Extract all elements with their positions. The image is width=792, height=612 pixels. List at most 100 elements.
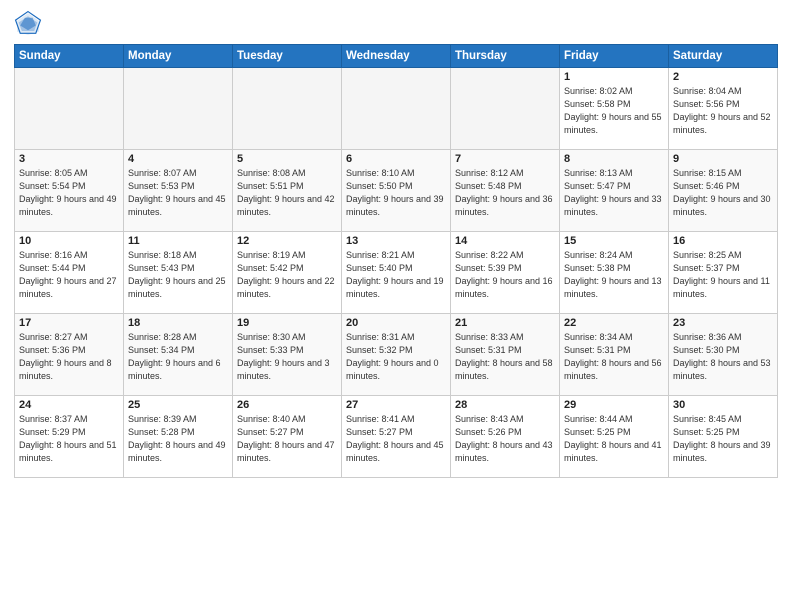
calendar-week-5: 24 Sunrise: 8:37 AM Sunset: 5:29 PM Dayli… <box>15 396 778 478</box>
calendar-cell <box>451 68 560 150</box>
day-header-tuesday: Tuesday <box>233 45 342 68</box>
day-info: Sunrise: 8:37 AM Sunset: 5:29 PM Dayligh… <box>19 413 119 465</box>
calendar-week-4: 17 Sunrise: 8:27 AM Sunset: 5:36 PM Dayli… <box>15 314 778 396</box>
calendar-cell: 19 Sunrise: 8:30 AM Sunset: 5:33 PM Dayli… <box>233 314 342 396</box>
calendar-cell: 4Sunrise: 8:07 AM Sunset: 5:53 PM Daylig… <box>124 150 233 232</box>
day-info: Sunrise: 8:41 AM Sunset: 5:27 PM Dayligh… <box>346 413 446 465</box>
day-number: 22 <box>564 317 664 329</box>
day-number: 9 <box>673 153 773 165</box>
calendar-cell: 16Sunrise: 8:25 AM Sunset: 5:37 PM Dayli… <box>669 232 778 314</box>
day-info: Sunrise: 8:07 AM Sunset: 5:53 PM Dayligh… <box>128 167 228 219</box>
logo-icon <box>14 10 42 38</box>
day-number: 19 <box>237 317 337 329</box>
day-number: 15 <box>564 235 664 247</box>
day-info: Sunrise: 8:27 AM Sunset: 5:36 PM Dayligh… <box>19 331 119 383</box>
calendar-cell <box>124 68 233 150</box>
calendar-cell: 29 Sunrise: 8:44 AM Sunset: 5:25 PM Dayli… <box>560 396 669 478</box>
day-info: Sunrise: 8:04 AM Sunset: 5:56 PM Dayligh… <box>673 85 773 137</box>
calendar-cell: 7 Sunrise: 8:12 AM Sunset: 5:48 PM Daylig… <box>451 150 560 232</box>
day-info: Sunrise: 8:19 AM Sunset: 5:42 PM Dayligh… <box>237 249 337 301</box>
calendar-cell: 22 Sunrise: 8:34 AM Sunset: 5:31 PM Dayli… <box>560 314 669 396</box>
day-number: 24 <box>19 399 119 411</box>
day-info: Sunrise: 8:12 AM Sunset: 5:48 PM Dayligh… <box>455 167 555 219</box>
day-info: Sunrise: 8:05 AM Sunset: 5:54 PM Dayligh… <box>19 167 119 219</box>
day-info: Sunrise: 8:21 AM Sunset: 5:40 PM Dayligh… <box>346 249 446 301</box>
day-info: Sunrise: 8:34 AM Sunset: 5:31 PM Dayligh… <box>564 331 664 383</box>
logo <box>14 10 46 38</box>
day-info: Sunrise: 8:13 AM Sunset: 5:47 PM Dayligh… <box>564 167 664 219</box>
day-info: Sunrise: 8:08 AM Sunset: 5:51 PM Dayligh… <box>237 167 337 219</box>
calendar-cell: 25 Sunrise: 8:39 AM Sunset: 5:28 PM Dayli… <box>124 396 233 478</box>
calendar-cell: 8 Sunrise: 8:13 AM Sunset: 5:47 PM Daylig… <box>560 150 669 232</box>
day-header-thursday: Thursday <box>451 45 560 68</box>
day-number: 12 <box>237 235 337 247</box>
day-info: Sunrise: 8:22 AM Sunset: 5:39 PM Dayligh… <box>455 249 555 301</box>
calendar-cell: 9 Sunrise: 8:15 AM Sunset: 5:46 PM Daylig… <box>669 150 778 232</box>
day-info: Sunrise: 8:31 AM Sunset: 5:32 PM Dayligh… <box>346 331 446 383</box>
calendar-cell: 20 Sunrise: 8:31 AM Sunset: 5:32 PM Dayli… <box>342 314 451 396</box>
calendar-cell: 27 Sunrise: 8:41 AM Sunset: 5:27 PM Dayli… <box>342 396 451 478</box>
calendar-cell: 6Sunrise: 8:10 AM Sunset: 5:50 PM Daylig… <box>342 150 451 232</box>
calendar-cell: 23Sunrise: 8:36 AM Sunset: 5:30 PM Dayli… <box>669 314 778 396</box>
day-info: Sunrise: 8:33 AM Sunset: 5:31 PM Dayligh… <box>455 331 555 383</box>
day-info: Sunrise: 8:16 AM Sunset: 5:44 PM Dayligh… <box>19 249 119 301</box>
calendar-cell: 21 Sunrise: 8:33 AM Sunset: 5:31 PM Dayli… <box>451 314 560 396</box>
day-info: Sunrise: 8:25 AM Sunset: 5:37 PM Dayligh… <box>673 249 773 301</box>
day-number: 7 <box>455 153 555 165</box>
calendar-cell: 1Sunrise: 8:02 AM Sunset: 5:58 PM Daylig… <box>560 68 669 150</box>
day-number: 10 <box>19 235 119 247</box>
calendar-week-1: 1Sunrise: 8:02 AM Sunset: 5:58 PM Daylig… <box>15 68 778 150</box>
day-info: Sunrise: 8:28 AM Sunset: 5:34 PM Dayligh… <box>128 331 228 383</box>
day-info: Sunrise: 8:24 AM Sunset: 5:38 PM Dayligh… <box>564 249 664 301</box>
day-header-monday: Monday <box>124 45 233 68</box>
day-number: 20 <box>346 317 446 329</box>
day-number: 28 <box>455 399 555 411</box>
day-header-friday: Friday <box>560 45 669 68</box>
calendar-week-3: 10 Sunrise: 8:16 AM Sunset: 5:44 PM Dayli… <box>15 232 778 314</box>
day-info: Sunrise: 8:18 AM Sunset: 5:43 PM Dayligh… <box>128 249 228 301</box>
calendar-cell: 24 Sunrise: 8:37 AM Sunset: 5:29 PM Dayli… <box>15 396 124 478</box>
day-number: 25 <box>128 399 228 411</box>
header <box>14 10 778 38</box>
calendar-cell: 28Sunrise: 8:43 AM Sunset: 5:26 PM Dayli… <box>451 396 560 478</box>
calendar-cell <box>15 68 124 150</box>
day-number: 30 <box>673 399 773 411</box>
day-header-wednesday: Wednesday <box>342 45 451 68</box>
day-number: 6 <box>346 153 446 165</box>
day-number: 26 <box>237 399 337 411</box>
day-number: 5 <box>237 153 337 165</box>
day-number: 21 <box>455 317 555 329</box>
day-number: 23 <box>673 317 773 329</box>
calendar-cell: 18 Sunrise: 8:28 AM Sunset: 5:34 PM Dayli… <box>124 314 233 396</box>
day-number: 18 <box>128 317 228 329</box>
day-number: 8 <box>564 153 664 165</box>
page-container: SundayMondayTuesdayWednesdayThursdayFrid… <box>0 0 792 484</box>
calendar-cell: 13 Sunrise: 8:21 AM Sunset: 5:40 PM Dayli… <box>342 232 451 314</box>
day-info: Sunrise: 8:39 AM Sunset: 5:28 PM Dayligh… <box>128 413 228 465</box>
day-number: 17 <box>19 317 119 329</box>
calendar-cell: 15 Sunrise: 8:24 AM Sunset: 5:38 PM Dayli… <box>560 232 669 314</box>
day-info: Sunrise: 8:44 AM Sunset: 5:25 PM Dayligh… <box>564 413 664 465</box>
day-number: 29 <box>564 399 664 411</box>
day-number: 13 <box>346 235 446 247</box>
calendar-table: SundayMondayTuesdayWednesdayThursdayFrid… <box>14 44 778 478</box>
calendar-cell: 30Sunrise: 8:45 AM Sunset: 5:25 PM Dayli… <box>669 396 778 478</box>
day-number: 1 <box>564 71 664 83</box>
calendar-week-2: 3 Sunrise: 8:05 AM Sunset: 5:54 PM Daylig… <box>15 150 778 232</box>
day-header-saturday: Saturday <box>669 45 778 68</box>
calendar-cell: 12 Sunrise: 8:19 AM Sunset: 5:42 PM Dayli… <box>233 232 342 314</box>
day-number: 3 <box>19 153 119 165</box>
day-info: Sunrise: 8:30 AM Sunset: 5:33 PM Dayligh… <box>237 331 337 383</box>
day-info: Sunrise: 8:40 AM Sunset: 5:27 PM Dayligh… <box>237 413 337 465</box>
day-info: Sunrise: 8:15 AM Sunset: 5:46 PM Dayligh… <box>673 167 773 219</box>
calendar-cell: 5 Sunrise: 8:08 AM Sunset: 5:51 PM Daylig… <box>233 150 342 232</box>
calendar-cell: 3 Sunrise: 8:05 AM Sunset: 5:54 PM Daylig… <box>15 150 124 232</box>
day-number: 11 <box>128 235 228 247</box>
day-number: 27 <box>346 399 446 411</box>
calendar-cell <box>233 68 342 150</box>
day-number: 14 <box>455 235 555 247</box>
calendar-cell: 11 Sunrise: 8:18 AM Sunset: 5:43 PM Dayli… <box>124 232 233 314</box>
calendar-cell: 17 Sunrise: 8:27 AM Sunset: 5:36 PM Dayli… <box>15 314 124 396</box>
day-header-sunday: Sunday <box>15 45 124 68</box>
day-number: 2 <box>673 71 773 83</box>
